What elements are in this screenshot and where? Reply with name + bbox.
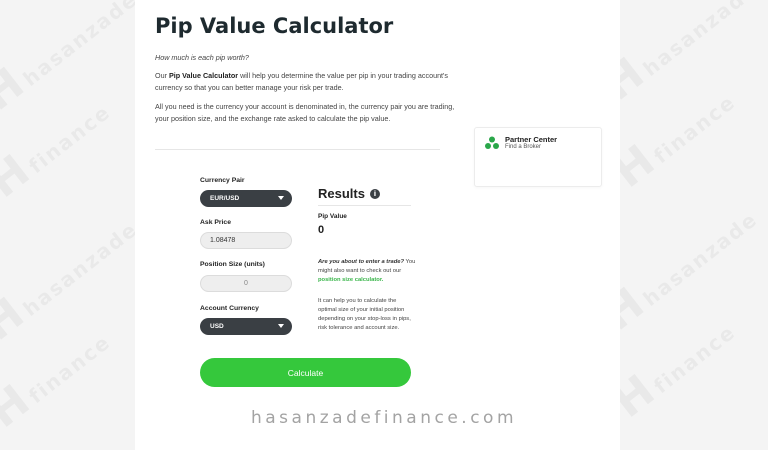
account-currency-label: Account Currency: [200, 305, 259, 312]
find-broker-link[interactable]: Find a Broker: [505, 144, 541, 150]
position-size-calculator-link[interactable]: position size calculator.: [318, 277, 383, 283]
currency-pair-value: EUR/USD: [210, 195, 240, 202]
watermark-mark: Hfinance: [604, 73, 744, 198]
intro-p1-prefix: Our: [155, 71, 169, 80]
position-size-input[interactable]: 0: [200, 275, 292, 292]
trade-note-question: Are you about to enter a trade?: [318, 259, 404, 265]
info-icon[interactable]: i: [369, 188, 380, 199]
calculator-help-note: It can help you to calculate the optimal…: [318, 298, 411, 331]
currency-pair-label: Currency Pair: [200, 177, 245, 184]
watermark-mark: Hhasanzade: [0, 0, 146, 121]
results-title: Results: [318, 186, 365, 201]
calculator-page: Pip Value Calculator How much is each pi…: [135, 0, 620, 450]
intro-paragraph-1: Our Pip Value Calculator will help you d…: [155, 70, 455, 93]
footer-watermark: hasanzadefinance.com: [250, 408, 518, 428]
chevron-down-icon: [278, 324, 284, 328]
trade-note: Are you about to enter a trade? You migh…: [318, 258, 416, 285]
results-divider: [318, 205, 411, 206]
currency-pair-select[interactable]: EUR/USD: [200, 190, 292, 207]
section-divider: [155, 149, 440, 150]
ask-price-input[interactable]: 1.08478: [200, 232, 292, 249]
chevron-down-icon: [278, 196, 284, 200]
intro-paragraph-2: All you need is the currency your accoun…: [155, 102, 455, 123]
intro-question: How much is each pip worth?: [155, 53, 249, 62]
partner-center-card[interactable]: Partner Center Find a Broker: [474, 127, 602, 187]
watermark-mark: Hhasanzade: [0, 200, 146, 351]
position-size-label: Position Size (units): [200, 261, 265, 268]
position-size-value: 0: [244, 280, 248, 287]
ask-price-value: 1.08478: [210, 237, 236, 244]
ask-price-label: Ask Price: [200, 219, 231, 226]
account-currency-select[interactable]: USD: [200, 318, 292, 335]
watermark-mark: Hfinance: [0, 83, 119, 208]
intro-p1-bold: Pip Value Calculator: [168, 71, 239, 80]
partner-dots-icon: [485, 136, 499, 149]
partner-center-title: Partner Center: [505, 135, 558, 144]
calculate-button[interactable]: Calculate: [200, 358, 411, 387]
account-currency-value: USD: [210, 323, 224, 330]
results-heading: Results i: [318, 186, 380, 201]
pip-value-label: Pip Value: [318, 213, 347, 220]
page-title: Pip Value Calculator: [155, 14, 394, 38]
pip-value-output: 0: [318, 224, 325, 236]
